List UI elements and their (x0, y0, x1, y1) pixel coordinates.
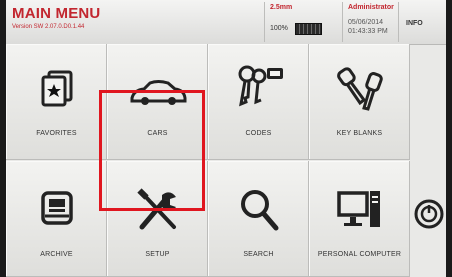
menu-label-codes: CODES (245, 130, 272, 137)
menu-label-search: SEARCH (243, 251, 274, 258)
menu-tile-search[interactable]: SEARCH (208, 161, 309, 277)
software-version: Version SW 2.07.0.D0.1.44 (12, 24, 85, 30)
keys-tag-icon (238, 65, 283, 107)
magnifier-icon (240, 190, 278, 231)
power-icon (414, 199, 444, 229)
menu-tile-personal-computer[interactable]: PERSONAL COMPUTER (309, 161, 410, 277)
header-bar: MAIN MENU Version SW 2.07.0.D0.1.44 2.5m… (6, 0, 446, 45)
menu-tile-codes[interactable]: CODES (208, 44, 309, 160)
menu-tile-favorites[interactable]: FAVORITES (6, 44, 107, 160)
zoom-level: 100% (270, 25, 288, 32)
menu-label-archive: ARCHIVE (40, 251, 73, 258)
battery-icon (295, 23, 322, 35)
menu-tile-archive[interactable]: ARCHIVE (6, 161, 107, 277)
page-title: MAIN MENU (12, 5, 101, 22)
header-divider (342, 2, 343, 42)
menu-label-key-blanks: KEY BLANKS (336, 130, 383, 137)
archive-tray-icon (40, 191, 73, 225)
star-card-icon (41, 70, 72, 107)
header-divider (264, 2, 265, 42)
menu-label-personal-computer: PERSONAL COMPUTER (317, 251, 402, 258)
time-display: 01:43:33 PM (348, 28, 388, 35)
menu-label-setup: SETUP (145, 251, 170, 258)
power-button[interactable] (412, 195, 446, 233)
menu-label-favorites: FAVORITES (36, 130, 77, 137)
key-blanks-icon (336, 67, 383, 111)
highlight-annotation (99, 90, 205, 211)
info-button[interactable]: INFO (406, 20, 423, 27)
touch-screen: MAIN MENU Version SW 2.07.0.D0.1.44 2.5m… (6, 0, 446, 277)
computer-icon (336, 191, 380, 227)
cut-value: 2.5mm (270, 4, 293, 11)
menu-tile-key-blanks[interactable]: KEY BLANKS (309, 44, 410, 160)
user-name: Administrator (348, 4, 394, 11)
date-display: 05/06/2014 (348, 19, 384, 26)
header-divider (398, 2, 399, 42)
